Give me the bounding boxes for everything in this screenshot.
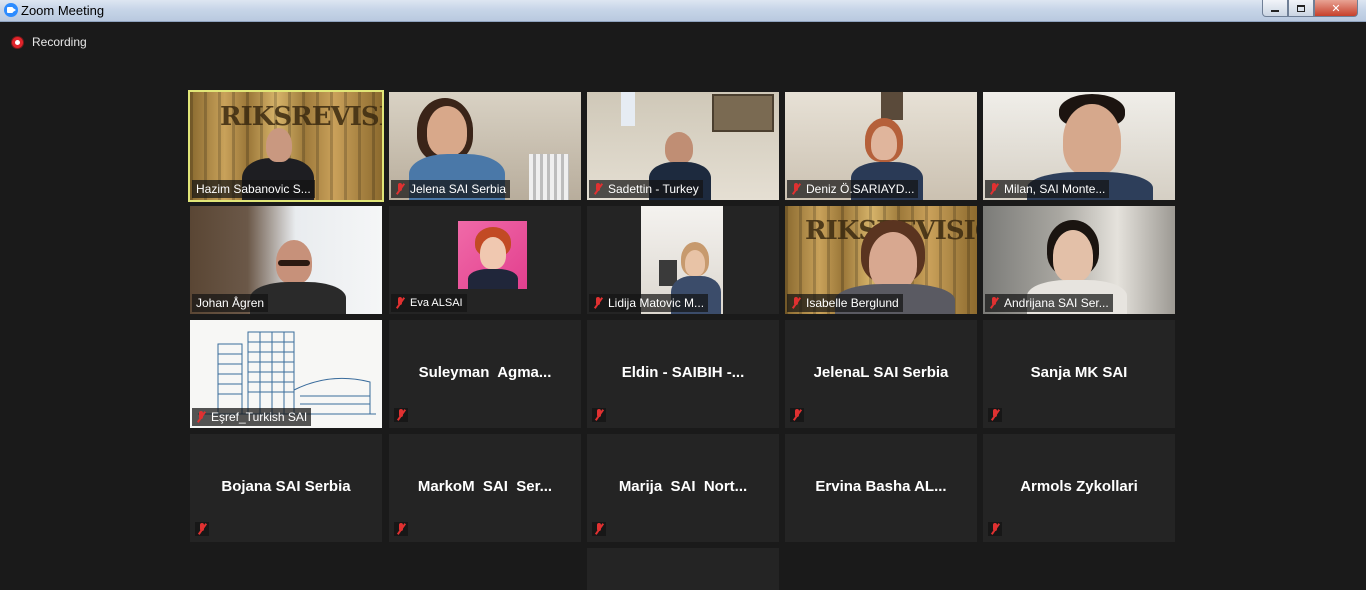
participant-name-tag: Deniz Ö.SARIAYD...: [787, 180, 919, 198]
mic-muted-icon: [791, 183, 801, 195]
participant-name: Ervina Basha AL...: [815, 478, 947, 495]
participant-name: Sadettin - Turkey: [608, 182, 699, 196]
participant-name: Eva ALSAI: [410, 297, 463, 309]
participant-name: Milan, SAI Monte...: [1004, 182, 1106, 196]
mute-indicator: [195, 522, 209, 536]
participant-tile[interactable]: Lidija Matovic M...: [587, 206, 779, 314]
participant-name-tag: Lidija Matovic M...: [589, 294, 709, 312]
mic-muted-icon: [792, 409, 802, 421]
mute-indicator: [790, 408, 804, 422]
close-icon: ✕: [1331, 2, 1341, 15]
participant-name-tag: Milan, SAI Monte...: [985, 180, 1110, 198]
mute-indicator: [394, 522, 408, 536]
participant-tile[interactable]: MarkoM SAI Ser...: [389, 434, 581, 542]
participant-name: Johan Ågren: [196, 296, 265, 310]
mic-muted-icon: [989, 297, 999, 309]
participant-name: Marija SAI Nort...: [618, 478, 748, 495]
maximize-icon: [1297, 4, 1305, 12]
mute-indicator: [988, 408, 1002, 422]
participant-name-tag: Isabelle Berglund: [787, 294, 903, 312]
recording-label: Recording: [32, 35, 87, 49]
mic-muted-icon: [593, 183, 603, 195]
participant-tile[interactable]: Sanja MK SAI: [983, 320, 1175, 428]
participant-tile[interactable]: Deniz Ö.SARIAYD...: [785, 92, 977, 200]
mic-muted-icon: [396, 409, 406, 421]
participant-tile[interactable]: RIKSREVISIONEN Isabelle Berglund: [785, 206, 977, 314]
mic-muted-icon: [990, 523, 1000, 535]
participant-name: Isabelle Berglund: [806, 296, 899, 310]
mic-muted-icon: [196, 411, 206, 423]
participant-name: Suleyman Agma...: [418, 364, 552, 381]
participant-tile[interactable]: Sadettin - Turkey: [587, 92, 779, 200]
mute-indicator: [592, 522, 606, 536]
mic-muted-icon: [594, 409, 604, 421]
participant-name: Hazim Sabanovic S...: [196, 182, 311, 196]
record-icon: [12, 36, 23, 48]
mic-muted-icon: [989, 183, 999, 195]
participant-tile[interactable]: Ervina Basha AL...: [785, 434, 977, 542]
participant-name: Lidija Matovic M...: [608, 296, 705, 310]
close-button[interactable]: ✕: [1314, 0, 1358, 17]
window-controls: ✕: [1262, 0, 1358, 18]
participant-name: Jelena SAI Serbia: [410, 182, 507, 196]
participant-name-tag: Sadettin - Turkey: [589, 180, 703, 198]
minimize-icon: [1271, 10, 1279, 12]
mic-muted-icon: [197, 523, 207, 535]
recording-indicator[interactable]: Recording: [12, 35, 87, 49]
mic-muted-icon: [395, 183, 405, 195]
participant-tile[interactable]: Johan Ågren: [190, 206, 382, 314]
participant-tile[interactable]: Armols Zykollari: [983, 434, 1175, 542]
participant-tile[interactable]: Suleyman Agma...: [389, 320, 581, 428]
participant-name-tag: Johan Ågren: [192, 294, 269, 312]
mute-indicator: [988, 522, 1002, 536]
participant-name: Deniz Ö.SARIAYD...: [806, 182, 915, 196]
participant-tile[interactable]: [587, 548, 779, 590]
participant-tile[interactable]: Eva ALSAI: [389, 206, 581, 314]
participant-name: Andrijana SAI Ser...: [1004, 296, 1109, 310]
participant-name: Armols Zykollari: [1020, 478, 1138, 495]
participant-tile[interactable]: Bojana SAI Serbia: [190, 434, 382, 542]
participant-name-tag: Eşref_Turkish SAI: [192, 408, 312, 426]
participant-name: Eşref_Turkish SAI: [211, 410, 308, 424]
participant-name: JelenaL SAI Serbia: [813, 364, 949, 381]
participant-name-tag: Andrijana SAI Ser...: [985, 294, 1113, 312]
profile-picture: [458, 221, 527, 289]
maximize-button[interactable]: [1288, 0, 1314, 17]
participant-name-tag: Hazim Sabanovic S...: [192, 180, 315, 198]
participant-tile[interactable]: Milan, SAI Monte...: [983, 92, 1175, 200]
participant-tile[interactable]: Eldin - SAIBIH -...: [587, 320, 779, 428]
participant-tile[interactable]: RIKSREVISIONEN Hazim Sabanovic S...: [188, 90, 384, 202]
participant-name: MarkoM SAI Ser...: [417, 478, 553, 495]
participant-name-tag: Eva ALSAI: [391, 294, 467, 312]
mute-indicator: [592, 408, 606, 422]
mic-muted-icon: [395, 297, 405, 309]
participant-tile[interactable]: Andrijana SAI Ser...: [983, 206, 1175, 314]
participant-name-tag: Jelena SAI Serbia: [391, 180, 511, 198]
mic-muted-icon: [990, 409, 1000, 421]
title-bar: Zoom Meeting ✕: [0, 0, 1366, 22]
mic-muted-icon: [594, 523, 604, 535]
participant-name: Bojana SAI Serbia: [221, 478, 351, 495]
mic-muted-icon: [593, 297, 603, 309]
participant-name: Eldin - SAIBIH -...: [621, 364, 745, 381]
mic-muted-icon: [791, 297, 801, 309]
window-title: Zoom Meeting: [21, 3, 105, 18]
mic-muted-icon: [396, 523, 406, 535]
participant-tile[interactable]: Marija SAI Nort...: [587, 434, 779, 542]
zoom-app-icon: [4, 3, 18, 17]
participant-tile[interactable]: Eşref_Turkish SAI: [190, 320, 382, 428]
minimize-button[interactable]: [1262, 0, 1288, 17]
participant-tile[interactable]: JelenaL SAI Serbia: [785, 320, 977, 428]
participant-tile[interactable]: Jelena SAI Serbia: [389, 92, 581, 200]
mute-indicator: [394, 408, 408, 422]
participant-name: Sanja MK SAI: [1030, 364, 1128, 381]
